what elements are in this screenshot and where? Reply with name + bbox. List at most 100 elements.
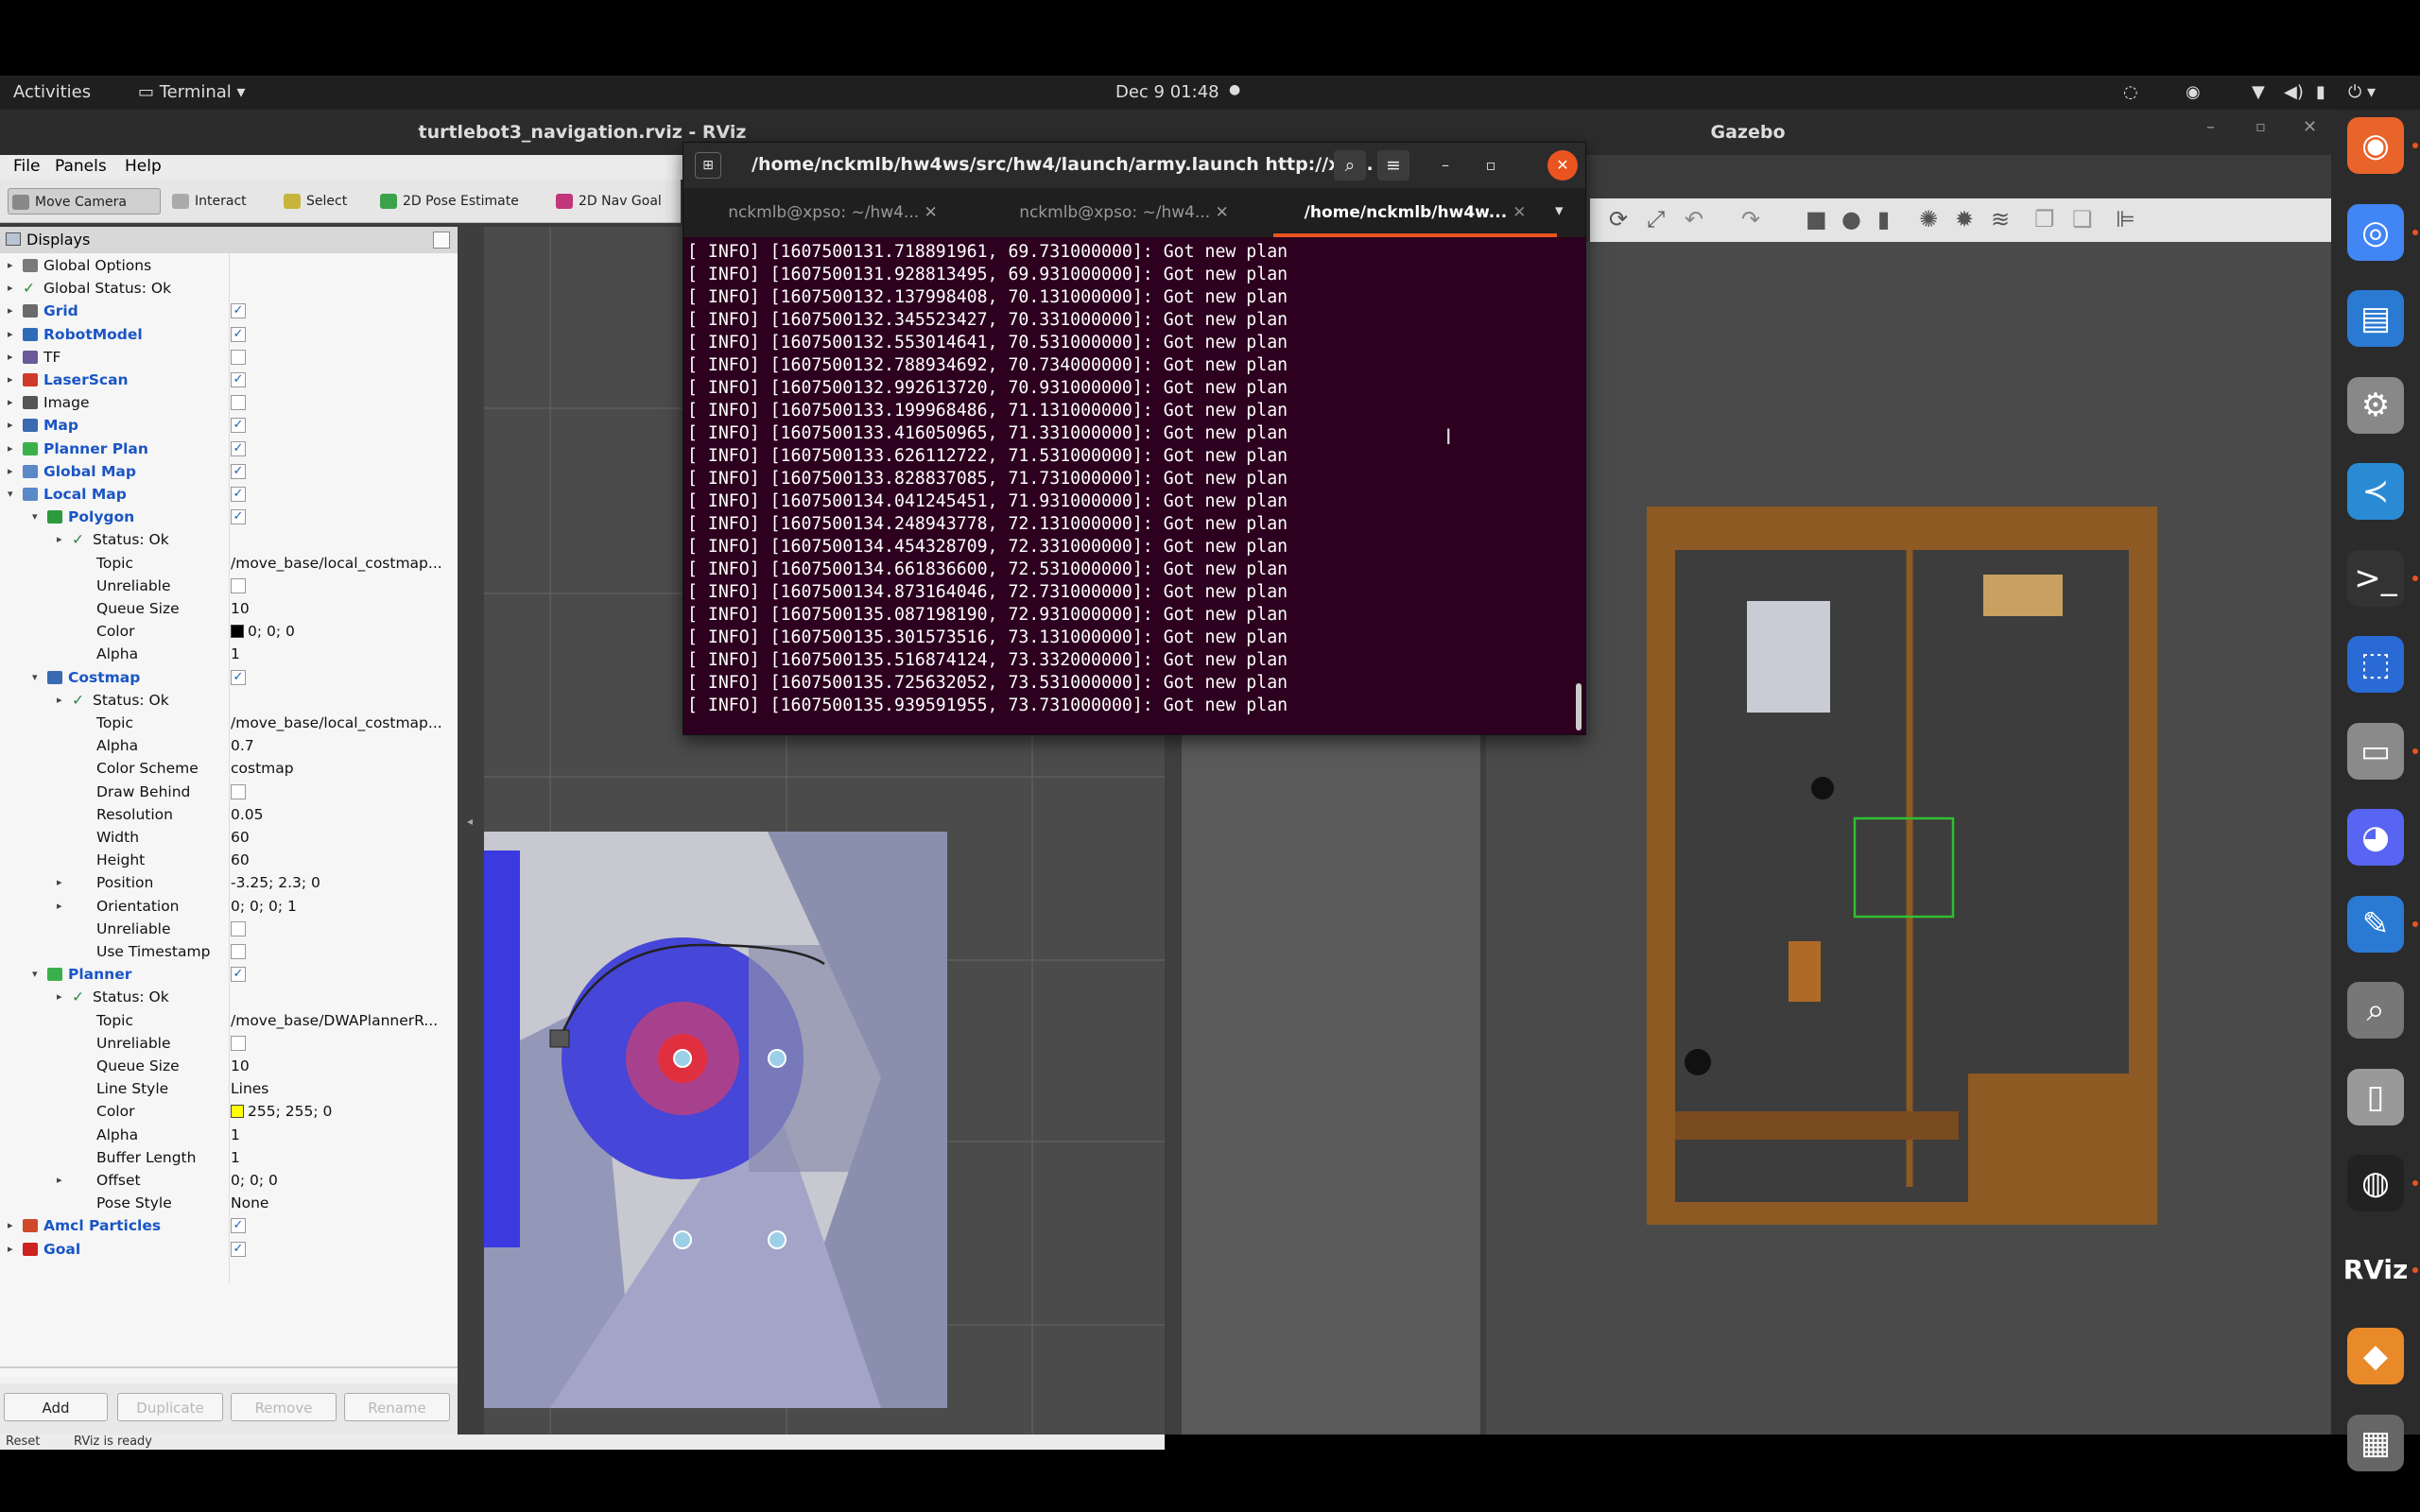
undo-icon[interactable]: ↶: [1685, 206, 1703, 232]
menu-panels[interactable]: Panels: [55, 157, 107, 176]
terminal-tab-2[interactable]: nckmlb@xpso: ~/hw4... ✕: [982, 188, 1266, 237]
mic-icon[interactable]: ▮: [2316, 82, 2325, 102]
terminal-icon[interactable]: >_: [2347, 549, 2404, 607]
add-button[interactable]: Add: [4, 1393, 108, 1421]
redo-icon[interactable]: ↷: [1741, 206, 1760, 232]
point-light-icon[interactable]: ✺: [1919, 206, 1938, 232]
rotate-icon[interactable]: ⟳: [1609, 206, 1628, 232]
property-value[interactable]: 0; 0; 0; 1: [231, 895, 297, 918]
activities-button[interactable]: Activities: [13, 82, 91, 102]
remove-button[interactable]: Remove: [231, 1393, 337, 1421]
enable-checkbox[interactable]: ✓: [231, 967, 246, 983]
property-value[interactable]: 255; 255; 0: [231, 1100, 332, 1123]
status-tray-icon[interactable]: ◌: [2123, 82, 2138, 102]
text-editor-icon[interactable]: ▤: [2347, 290, 2404, 347]
enable-checkbox[interactable]: ✓: [231, 1241, 246, 1257]
property-value[interactable]: Lines: [231, 1077, 268, 1100]
color-swatch[interactable]: [231, 1105, 244, 1119]
gazebo-maximize-icon[interactable]: ▫: [2256, 117, 2266, 135]
menu-file[interactable]: File: [13, 157, 40, 176]
gazebo-close-icon[interactable]: ✕: [2303, 117, 2317, 137]
terminal-scrollbar[interactable]: [1576, 683, 1582, 730]
discord-tray-icon[interactable]: ◉: [2186, 82, 2201, 102]
property-value[interactable]: 1: [231, 1124, 240, 1146]
spot-light-icon[interactable]: ✹: [1955, 206, 1974, 232]
property-value[interactable]: 1: [231, 643, 240, 665]
property-value[interactable]: /move_base/local_costmap...: [231, 552, 442, 575]
enable-checkbox[interactable]: ✓: [231, 487, 246, 502]
settings-icon[interactable]: ⚙: [2347, 376, 2404, 434]
enable-checkbox[interactable]: [231, 577, 246, 593]
enable-checkbox[interactable]: [231, 783, 246, 799]
discord-icon[interactable]: ◕: [2347, 809, 2404, 866]
enable-checkbox[interactable]: [231, 1035, 246, 1051]
sphere-shape-icon[interactable]: ●: [1841, 206, 1861, 232]
expand-arrow-closed-icon[interactable]: ▸: [57, 871, 62, 894]
expand-arrow-closed-icon[interactable]: ▸: [57, 689, 62, 712]
property-value[interactable]: None: [231, 1192, 268, 1214]
copy-icon[interactable]: ❐: [2034, 206, 2055, 232]
property-value[interactable]: 10: [231, 1055, 250, 1077]
property-value[interactable]: /move_base/DWAPlannerR...: [231, 1009, 438, 1032]
firefox-icon[interactable]: ◉: [2347, 117, 2404, 174]
menu-icon[interactable]: ≡: [1377, 150, 1409, 180]
maximize-icon[interactable]: ▫: [1476, 150, 1506, 180]
cylinder-shape-icon[interactable]: ▮: [1877, 206, 1890, 232]
volume-icon[interactable]: ◀): [2284, 82, 2304, 102]
terminal-output[interactable]: [ INFO] [1607500131.718891961, 69.731000…: [683, 237, 1585, 734]
enable-checkbox[interactable]: ✓: [231, 418, 246, 434]
property-value[interactable]: 0.05: [231, 803, 264, 826]
enable-checkbox[interactable]: [231, 944, 246, 959]
expand-arrow-closed-icon[interactable]: ▸: [8, 414, 13, 437]
terminal-app-menu[interactable]: ▭ Terminal ▾: [138, 82, 246, 102]
notes-icon[interactable]: ✎: [2347, 895, 2404, 953]
enable-checkbox[interactable]: [231, 920, 246, 936]
obs-icon[interactable]: ◍: [2347, 1155, 2404, 1211]
enable-checkbox[interactable]: ✓: [231, 669, 246, 685]
enable-checkbox[interactable]: ✓: [231, 372, 246, 387]
trash-icon[interactable]: ▦: [2347, 1414, 2404, 1471]
layers-icon[interactable]: ◆: [2347, 1328, 2404, 1384]
expand-arrow-closed-icon[interactable]: ▸: [57, 895, 62, 918]
enable-checkbox[interactable]: ✓: [231, 463, 246, 479]
expand-arrow-closed-icon[interactable]: ▸: [8, 391, 13, 414]
enable-checkbox[interactable]: ✓: [231, 440, 246, 456]
property-value[interactable]: -3.25; 2.3; 0: [231, 871, 320, 894]
expand-arrow-closed-icon[interactable]: ▸: [57, 528, 62, 551]
property-value[interactable]: costmap: [231, 757, 294, 780]
expand-arrow-closed-icon[interactable]: ▸: [8, 300, 13, 322]
expand-arrow-open-icon[interactable]: ▾: [32, 963, 38, 986]
pose-estimate-tool[interactable]: 2D Pose Estimate: [376, 188, 537, 215]
expand-arrow-closed-icon[interactable]: ▸: [8, 369, 13, 391]
clock[interactable]: Dec 9 01:48: [1115, 82, 1219, 102]
enable-checkbox[interactable]: ✓: [231, 1218, 246, 1234]
usb-icon[interactable]: ▯: [2347, 1068, 2404, 1125]
close-icon[interactable]: ✕: [1547, 150, 1578, 180]
wifi-icon[interactable]: ▼: [2252, 82, 2265, 102]
expand-arrow-closed-icon[interactable]: ▸: [8, 1214, 13, 1237]
nav-goal-tool[interactable]: 2D Nav Goal: [552, 188, 681, 215]
enable-checkbox[interactable]: [231, 395, 246, 411]
duplicate-button[interactable]: Duplicate: [117, 1393, 223, 1421]
terminal-tab-1[interactable]: nckmlb@xpso: ~/hw4... ✕: [691, 188, 975, 237]
scale-icon[interactable]: ⤢: [1647, 206, 1665, 232]
tab-close-icon[interactable]: ✕: [919, 203, 938, 222]
files-icon[interactable]: ▭: [2347, 722, 2404, 780]
expand-arrow-closed-icon[interactable]: ▸: [8, 277, 13, 300]
property-value[interactable]: 60: [231, 826, 250, 849]
property-value[interactable]: /move_base/local_costmap...: [231, 712, 442, 734]
property-value[interactable]: 0.7: [231, 734, 254, 757]
directional-light-icon[interactable]: ≋: [1991, 206, 2010, 232]
move-camera-tool[interactable]: Move Camera: [8, 188, 161, 215]
paste-icon[interactable]: ❏: [2072, 206, 2093, 232]
new-tab-icon[interactable]: ⊞: [695, 152, 721, 179]
menu-help[interactable]: Help: [125, 157, 162, 176]
expand-arrow-closed-icon[interactable]: ▸: [8, 323, 13, 346]
expand-arrow-closed-icon[interactable]: ▸: [8, 1238, 13, 1261]
expand-arrow-closed-icon[interactable]: ▸: [57, 1169, 62, 1192]
enable-checkbox[interactable]: ✓: [231, 303, 246, 319]
screenshot-icon[interactable]: ⬚: [2347, 636, 2404, 693]
terminal-tab-3[interactable]: /home/nckmlb/hw4w... ✕: [1273, 188, 1557, 237]
tab-close-icon[interactable]: ✕: [1507, 203, 1526, 222]
property-value[interactable]: 0; 0; 0: [231, 1169, 278, 1192]
